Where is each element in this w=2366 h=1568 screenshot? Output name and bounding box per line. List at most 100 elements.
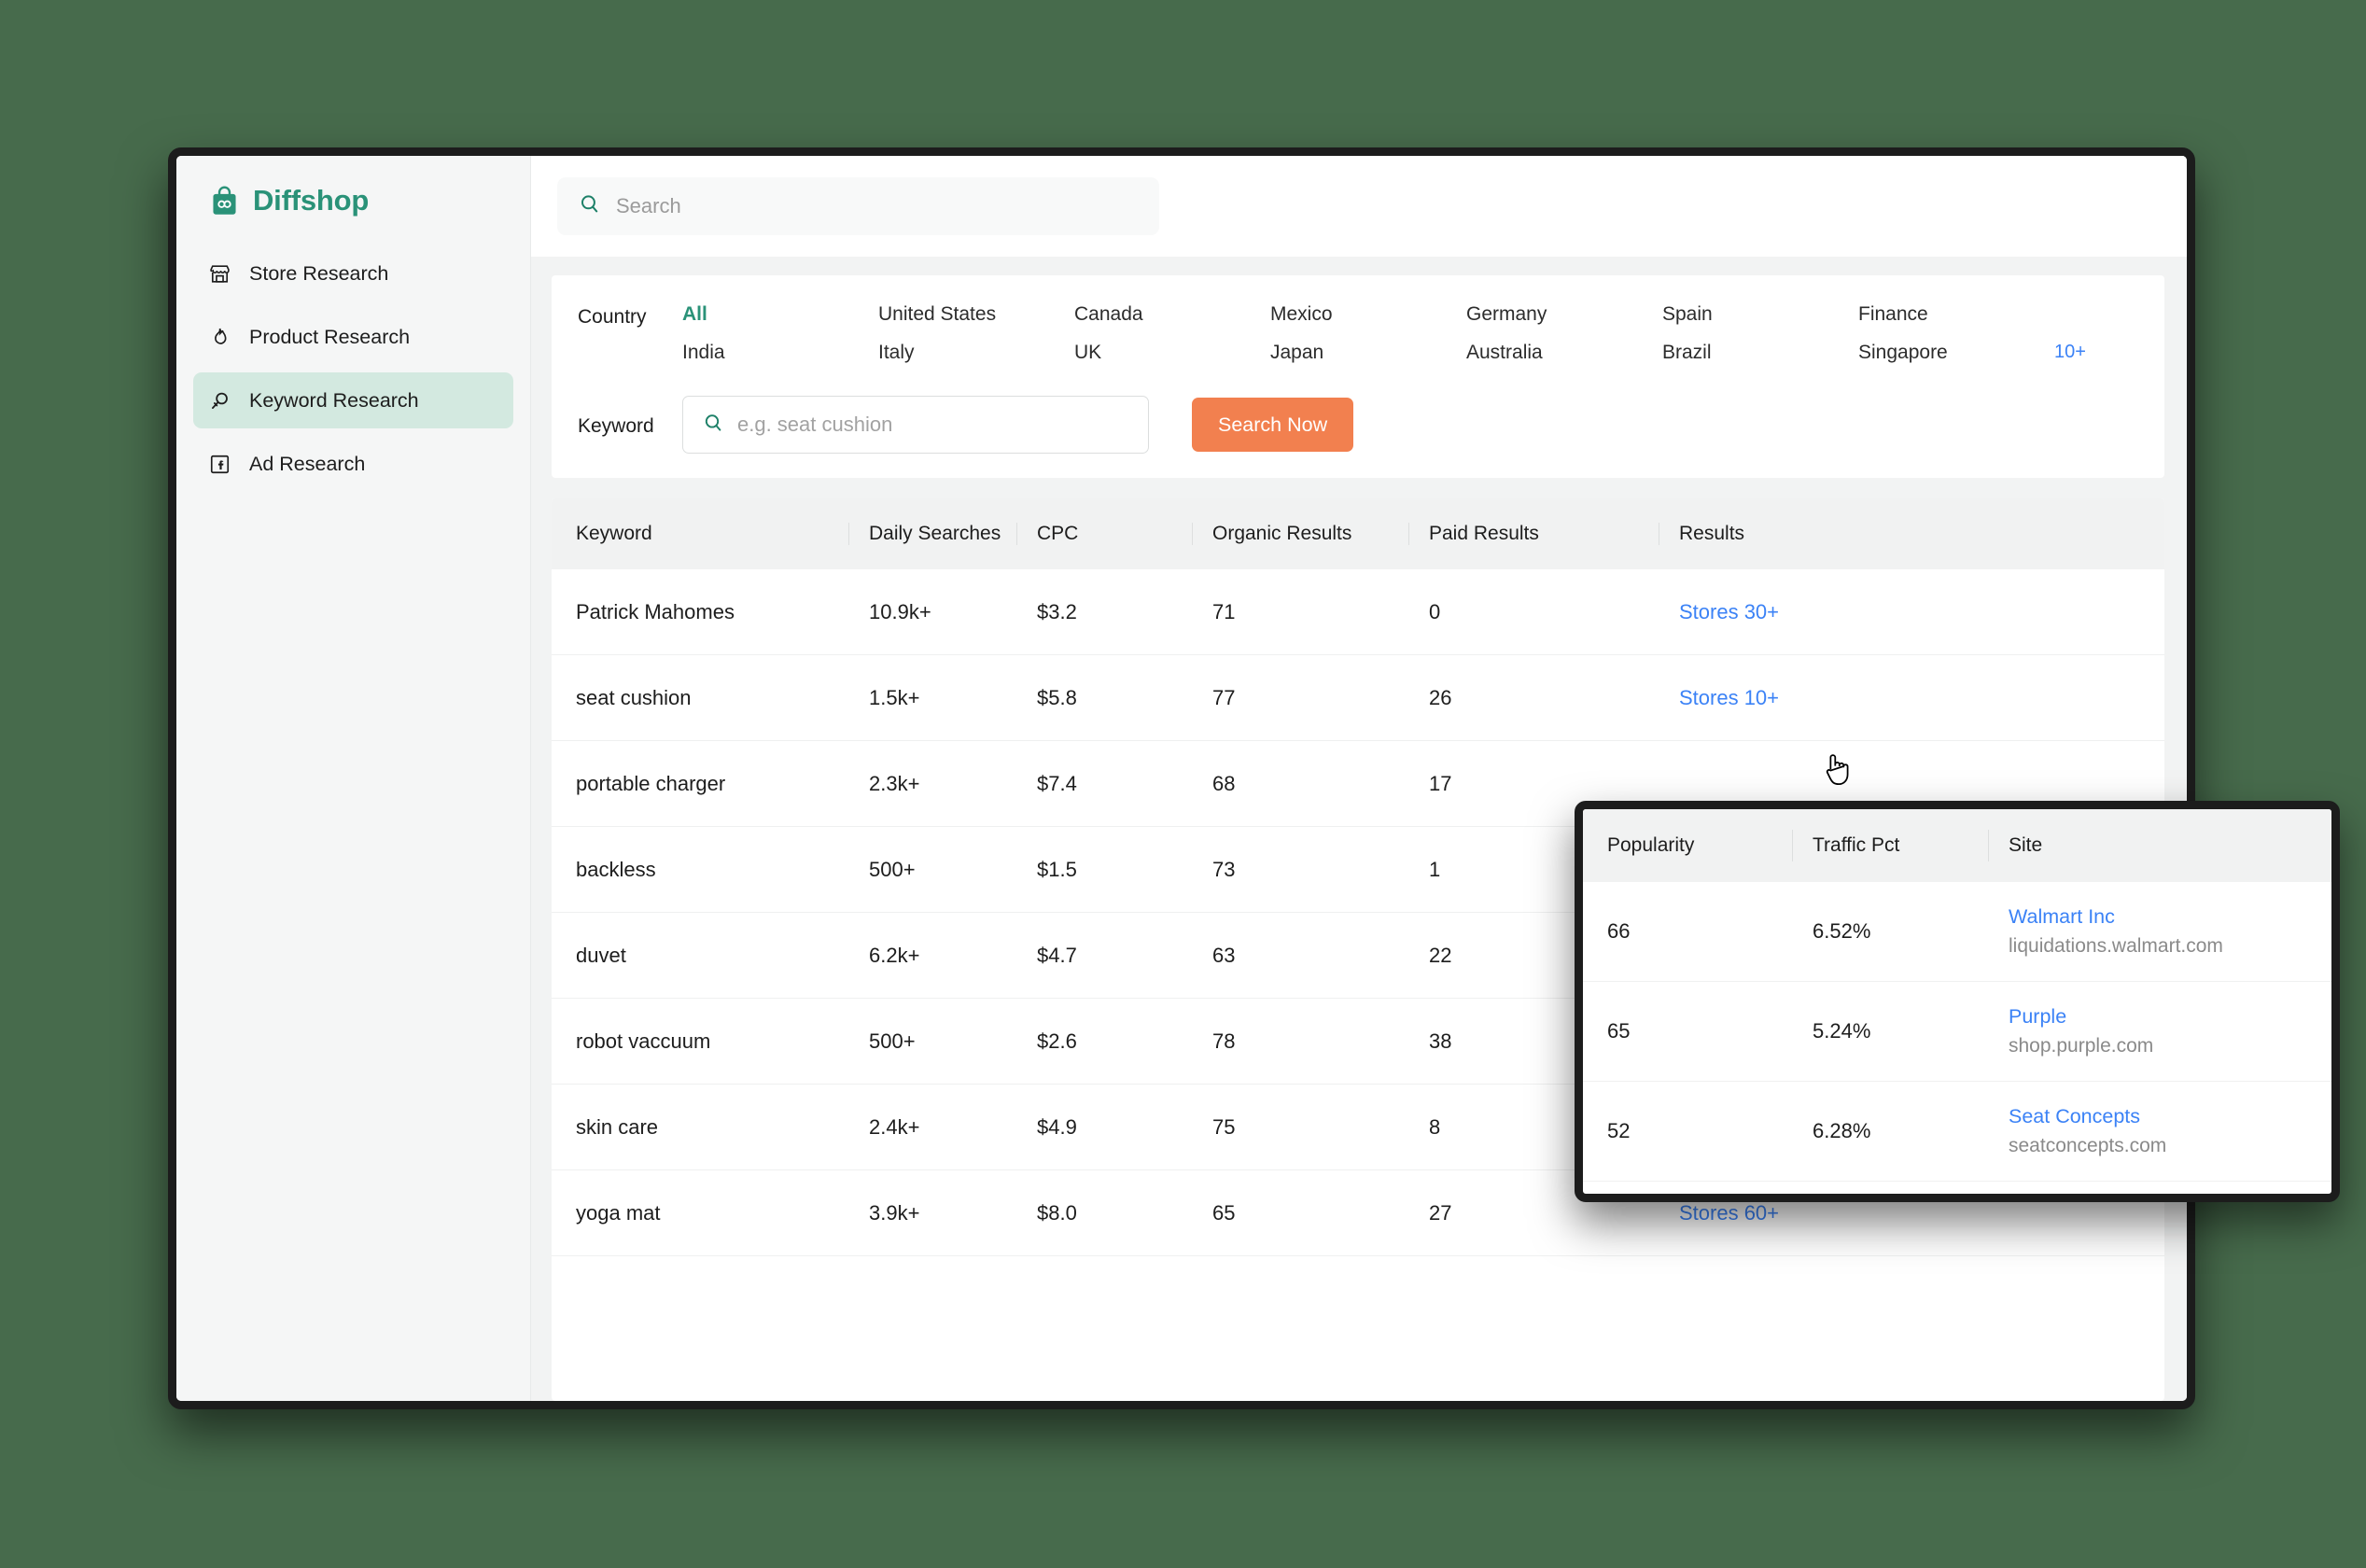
search-icon bbox=[702, 412, 724, 439]
popup-cell-popularity: 52 bbox=[1607, 1119, 1631, 1142]
popup-row[interactable]: 52 6.28% Seat Concepts seatconcepts.com bbox=[1583, 1082, 2331, 1182]
country-option-united-states[interactable]: United States bbox=[878, 303, 1074, 326]
main-content: Country All United States Canada Mexico … bbox=[531, 156, 2187, 1401]
cell-daily-searches: 10.9k+ bbox=[869, 599, 931, 623]
cell-cpc: $7.4 bbox=[1037, 771, 1077, 795]
column-header-paid-results[interactable]: Paid Results bbox=[1408, 523, 1659, 545]
country-option-italy[interactable]: Italy bbox=[878, 342, 1074, 364]
cell-daily-searches: 2.4k+ bbox=[869, 1114, 920, 1139]
cell-daily-searches: 1.5k+ bbox=[869, 685, 920, 709]
country-more-link[interactable]: 10+ bbox=[2054, 342, 2138, 364]
brand-logo: Diffshop bbox=[193, 156, 513, 245]
popup-column-header-popularity: Popularity bbox=[1607, 834, 1695, 856]
keyword-filter-row: Keyword Search Now bbox=[552, 364, 2164, 454]
sidebar-item-store-research[interactable]: Store Research bbox=[193, 245, 513, 301]
filter-panel: Country All United States Canada Mexico … bbox=[552, 275, 2164, 478]
column-header-cpc[interactable]: CPC bbox=[1016, 523, 1192, 545]
cell-organic-results: 73 bbox=[1212, 857, 1236, 881]
sidebar-item-product-research[interactable]: Product Research bbox=[193, 309, 513, 365]
country-option-germany[interactable]: Germany bbox=[1466, 303, 1662, 326]
popup-cell-site: Seat Concepts seatconcepts.com bbox=[1988, 1105, 2331, 1157]
popup-row[interactable]: 66 6.52% Walmart Inc liquidations.walmar… bbox=[1583, 882, 2331, 982]
popup-row[interactable]: 65 5.24% Purple shop.purple.com bbox=[1583, 982, 2331, 1082]
country-option-all[interactable]: All bbox=[682, 303, 878, 326]
popup-cell-site: Purple shop.purple.com bbox=[1988, 1005, 2331, 1057]
cell-daily-searches: 2.3k+ bbox=[869, 771, 920, 795]
stores-link[interactable]: Stores 60+ bbox=[1679, 1201, 1779, 1225]
cell-organic-results: 65 bbox=[1212, 1200, 1236, 1225]
table-row[interactable]: seat cushion 1.5k+ $5.8 77 26 Stores 10+ bbox=[552, 655, 2164, 741]
cell-cpc: $4.7 bbox=[1037, 943, 1077, 967]
site-name-link[interactable]: Walmart Inc bbox=[2009, 905, 2311, 929]
screen: Diffshop Store Research Product Research… bbox=[0, 0, 2366, 1568]
site-url: shop.purple.com bbox=[2009, 1035, 2154, 1057]
cell-cpc: $2.6 bbox=[1037, 1029, 1077, 1053]
cell-daily-searches: 500+ bbox=[869, 1029, 916, 1053]
cell-keyword: duvet bbox=[576, 943, 626, 967]
cell-keyword: portable charger bbox=[576, 771, 726, 795]
site-url: liquidations.walmart.com bbox=[2009, 935, 2223, 957]
country-label: Country bbox=[578, 306, 647, 328]
shopping-bag-infinity-icon bbox=[208, 185, 241, 217]
cell-keyword: yoga mat bbox=[576, 1200, 661, 1225]
cell-daily-searches: 500+ bbox=[869, 857, 916, 881]
sidebar-item-ad-research[interactable]: Ad Research bbox=[193, 436, 513, 492]
country-option-singapore[interactable]: Singapore bbox=[1858, 342, 2054, 364]
cell-keyword: seat cushion bbox=[576, 685, 692, 709]
column-header-daily-searches[interactable]: Daily Searches bbox=[848, 523, 1016, 545]
country-option-spain[interactable]: Spain bbox=[1662, 303, 1858, 326]
country-options: All United States Canada Mexico Germany … bbox=[682, 303, 2138, 364]
site-name-link[interactable]: Seat Concepts bbox=[2009, 1105, 2311, 1128]
popup-column-header-traffic-pct: Traffic Pct bbox=[1792, 834, 1988, 857]
cell-keyword: skin care bbox=[576, 1114, 659, 1139]
stores-link[interactable]: Stores 30+ bbox=[1679, 600, 1779, 623]
country-option-japan[interactable]: Japan bbox=[1270, 342, 1466, 364]
top-bar bbox=[531, 156, 2187, 257]
popup-column-header-site: Site bbox=[1988, 834, 2331, 857]
cell-paid-results: 17 bbox=[1429, 771, 1452, 795]
country-option-brazil[interactable]: Brazil bbox=[1662, 342, 1858, 364]
table-row[interactable]: Patrick Mahomes 10.9k+ $3.2 71 0 Stores … bbox=[552, 569, 2164, 655]
popup-cell-traffic-pct: 6.28% bbox=[1813, 1119, 1871, 1142]
cell-daily-searches: 3.9k+ bbox=[869, 1200, 920, 1225]
cell-organic-results: 71 bbox=[1212, 599, 1236, 623]
global-search-box[interactable] bbox=[557, 177, 1159, 235]
cell-paid-results: 27 bbox=[1429, 1200, 1452, 1225]
sidebar-item-label: Product Research bbox=[249, 325, 411, 348]
sidebar-item-keyword-research[interactable]: Keyword Research bbox=[193, 372, 513, 428]
cell-cpc: $1.5 bbox=[1037, 857, 1077, 881]
cell-paid-results: 0 bbox=[1429, 599, 1441, 623]
popup-cell-traffic-pct: 6.52% bbox=[1813, 919, 1871, 943]
keyword-search-input[interactable] bbox=[737, 413, 1129, 437]
store-icon bbox=[208, 262, 231, 286]
sidebar-item-label: Keyword Research bbox=[249, 388, 419, 412]
country-option-mexico[interactable]: Mexico bbox=[1270, 303, 1466, 326]
country-option-finance[interactable]: Finance bbox=[1858, 303, 2054, 326]
keyword-input-wrapper[interactable] bbox=[682, 396, 1149, 454]
country-option-uk[interactable]: UK bbox=[1074, 342, 1270, 364]
cell-results: Stores 10+ bbox=[1659, 686, 2164, 710]
sidebar: Diffshop Store Research Product Research… bbox=[176, 156, 531, 1401]
site-url: seatconcepts.com bbox=[2009, 1135, 2167, 1156]
cell-organic-results: 68 bbox=[1212, 771, 1236, 795]
stores-link-active[interactable]: Stores 10+ bbox=[1679, 686, 1779, 709]
site-name-link[interactable]: Purple bbox=[2009, 1005, 2311, 1029]
sidebar-item-label: Store Research bbox=[249, 261, 389, 285]
column-header-results[interactable]: Results bbox=[1659, 523, 2164, 545]
popup-cell-site: Walmart Inc liquidations.walmart.com bbox=[1988, 905, 2331, 958]
brand-name: Diffshop bbox=[253, 184, 370, 217]
keyword-label: Keyword bbox=[578, 414, 654, 437]
column-header-keyword[interactable]: Keyword bbox=[552, 523, 848, 545]
country-option-india[interactable]: India bbox=[682, 342, 878, 364]
country-option-australia[interactable]: Australia bbox=[1466, 342, 1662, 364]
cell-paid-results: 26 bbox=[1429, 685, 1452, 709]
column-header-organic-results[interactable]: Organic Results bbox=[1192, 523, 1408, 545]
search-now-button[interactable]: Search Now bbox=[1192, 398, 1354, 452]
keyword-search-icon bbox=[208, 389, 231, 413]
country-option-canada[interactable]: Canada bbox=[1074, 303, 1270, 326]
cell-keyword: Patrick Mahomes bbox=[576, 599, 735, 623]
cell-cpc: $5.8 bbox=[1037, 685, 1077, 709]
popup-cell-traffic-pct: 5.24% bbox=[1813, 1019, 1871, 1043]
global-search-input[interactable] bbox=[616, 194, 1139, 218]
cell-cpc: $4.9 bbox=[1037, 1114, 1077, 1139]
